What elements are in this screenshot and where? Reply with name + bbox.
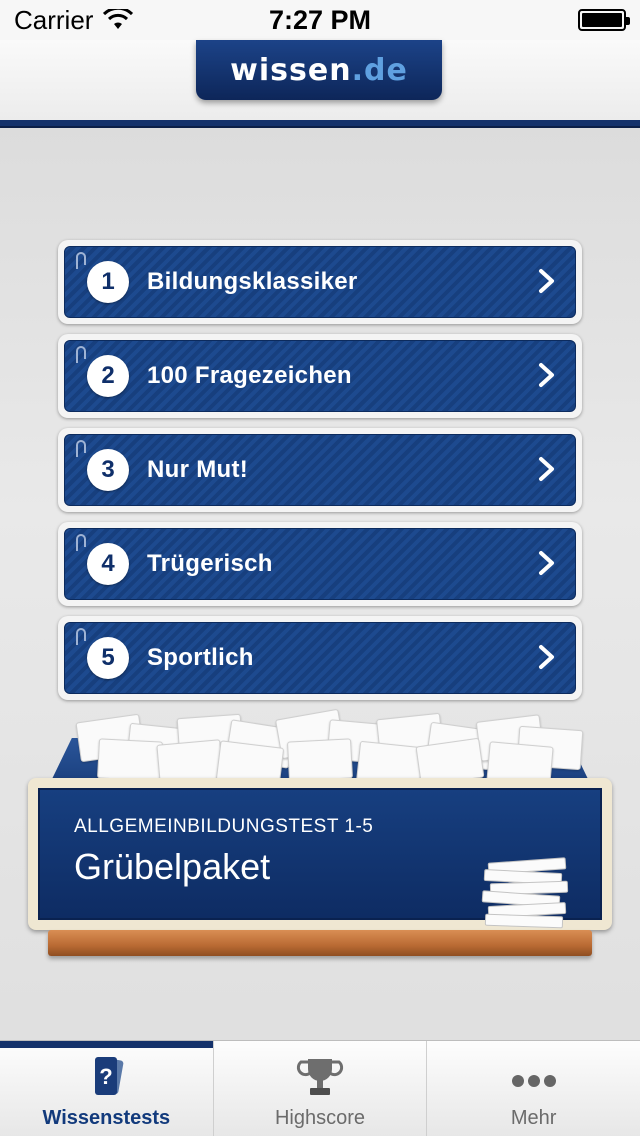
more-dots-icon xyxy=(511,1075,556,1087)
quiz-number: 4 xyxy=(87,543,129,585)
wooden-shelf xyxy=(48,930,592,956)
tab-mehr[interactable]: Mehr xyxy=(427,1041,640,1136)
quiz-list: 1 Bildungsklassiker 2 100 Fragezeichen 3… xyxy=(58,240,582,710)
quiz-item-4[interactable]: 4 Trügerisch xyxy=(58,522,582,606)
quiz-number: 1 xyxy=(87,261,129,303)
status-bar: Carrier 7:27 PM xyxy=(0,0,640,40)
paperclip-icon xyxy=(76,628,86,645)
chevron-right-icon xyxy=(539,363,554,387)
paperclip-icon xyxy=(76,346,86,363)
quiz-item-2[interactable]: 2 100 Fragezeichen xyxy=(58,334,582,418)
paper-stack-icon xyxy=(481,857,569,940)
paperclip-icon xyxy=(76,252,86,269)
tab-wissenstests[interactable]: ? Wissenstests xyxy=(0,1041,214,1136)
chevron-right-icon xyxy=(539,551,554,575)
logo-ext-text: .de xyxy=(351,52,408,88)
tab-label: Wissenstests xyxy=(42,1107,171,1129)
chevron-right-icon xyxy=(539,457,554,481)
logo-main-text: wissen xyxy=(230,52,352,88)
tab-bar: ? Wissenstests Highscore Mehr xyxy=(0,1040,640,1136)
svg-text:?: ? xyxy=(100,1064,113,1089)
trophy-icon xyxy=(296,1059,344,1095)
tab-highscore[interactable]: Highscore xyxy=(214,1041,428,1136)
quiz-number: 5 xyxy=(87,637,129,679)
quiz-title: Nur Mut! xyxy=(147,456,249,483)
quiz-title: 100 Fragezeichen xyxy=(147,362,352,389)
tab-label: Highscore xyxy=(274,1107,366,1129)
quiz-item-1[interactable]: 1 Bildungsklassiker xyxy=(58,240,582,324)
quiz-package-box[interactable]: ALLGEMEINBILDUNGSTEST 1-5 Grübelpaket xyxy=(28,708,612,960)
cards-question-icon: ? xyxy=(95,1057,124,1095)
quiz-number: 2 xyxy=(87,355,129,397)
carrier-label: Carrier xyxy=(14,4,94,35)
quiz-title: Sportlich xyxy=(147,644,254,671)
quiz-title: Trügerisch xyxy=(147,550,273,577)
quiz-title: Bildungsklassiker xyxy=(147,268,358,295)
chevron-right-icon xyxy=(539,645,554,669)
quiz-item-3[interactable]: 3 Nur Mut! xyxy=(58,428,582,512)
paperclip-icon xyxy=(76,440,86,457)
chevron-right-icon xyxy=(539,269,554,293)
status-left: Carrier xyxy=(14,4,134,36)
quiz-number: 3 xyxy=(87,449,129,491)
wifi-icon xyxy=(103,9,134,29)
package-subtitle: ALLGEMEINBILDUNGSTEST 1-5 xyxy=(74,816,374,837)
header-rule xyxy=(0,120,640,128)
battery-icon xyxy=(578,9,630,31)
wissen-de-logo: wissen .de xyxy=(196,40,442,100)
paperclip-icon xyxy=(76,534,86,551)
quiz-item-5[interactable]: 5 Sportlich xyxy=(58,616,582,700)
tab-label: Mehr xyxy=(510,1107,557,1129)
